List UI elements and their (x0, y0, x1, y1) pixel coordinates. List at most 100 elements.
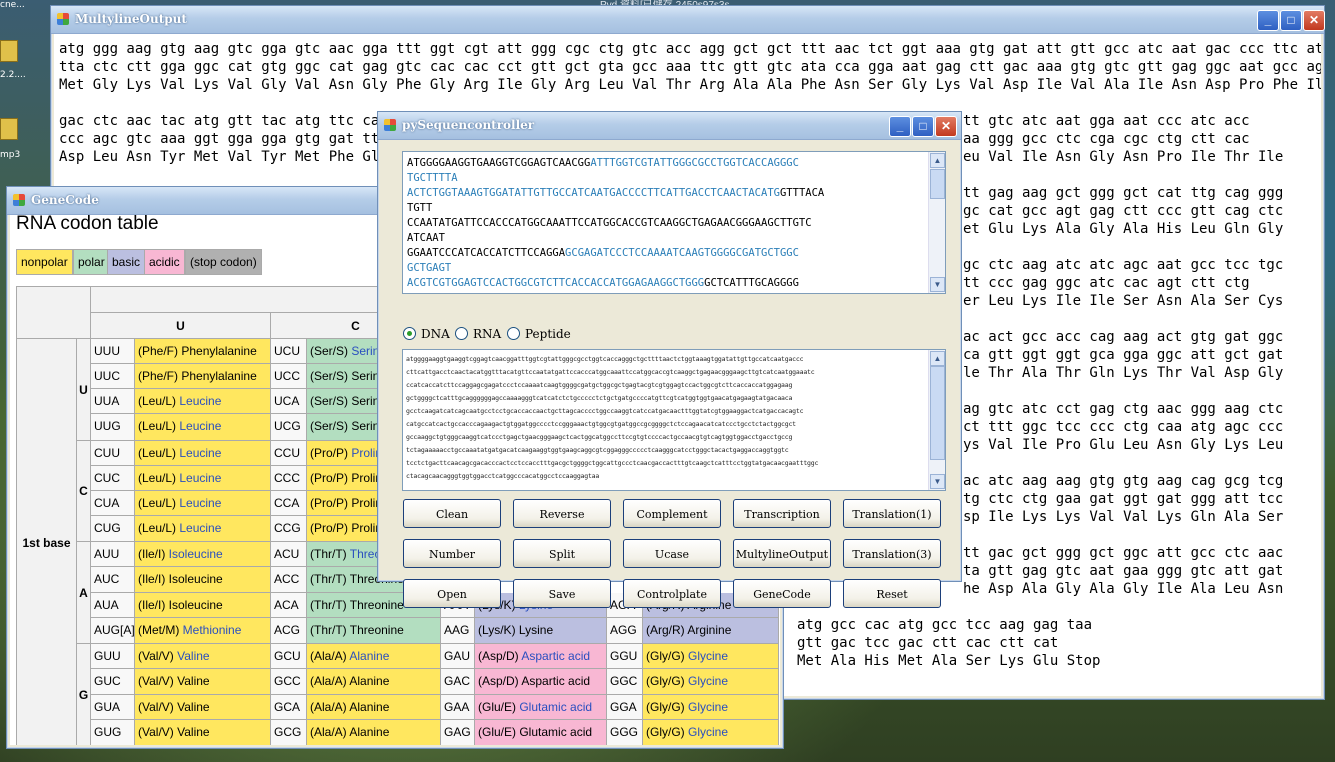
close-button[interactable]: ✕ (1303, 10, 1325, 31)
window-title: GeneCode (31, 193, 99, 207)
output-line: atg gcc cac atg gcc tcc aag gag taa (797, 617, 1093, 633)
close-button[interactable]: ✕ (935, 116, 957, 137)
split-button[interactable]: Split (513, 539, 611, 568)
sequence-input[interactable]: ATGGGGAAGGTGAAGGTCGGAGTCAACGGATTTGGTCGTA… (402, 151, 946, 294)
sequence-output-line: gccaaggctgtgggcaaggtcatccctgagctgaacggga… (406, 433, 793, 441)
amino-acid-name: Isoleucine (168, 572, 223, 586)
radio-peptide[interactable]: Peptide (507, 327, 571, 341)
output-line: atg ggg aag gtg aag gtc gga gtc aac gga … (59, 41, 1321, 57)
title-bar[interactable]: MultylineOutput _ □ ✕ (51, 6, 1325, 34)
amino-acid-code: (Ile/I) (138, 598, 169, 612)
multylineoutput-button[interactable]: MultylineOutput (733, 539, 831, 568)
ucase-button[interactable]: Ucase (623, 539, 721, 568)
amino-acid-name[interactable]: Aspartic acid (521, 649, 590, 663)
scroll-down-icon[interactable]: ▼ (930, 474, 945, 489)
amino-acid-name: Valine (177, 700, 210, 714)
amino-acid-name[interactable]: Glycine (688, 725, 728, 739)
radio-rna[interactable]: RNA (455, 327, 501, 341)
scroll-thumb[interactable] (930, 366, 945, 460)
amino-acid-code: (Val/V) (138, 674, 178, 688)
amino-acid-code: (Ala/A) (310, 700, 350, 714)
amino-acid-cell: (Ile/I) Isoleucine (135, 593, 271, 618)
folder-icon[interactable] (0, 118, 18, 140)
amino-acid-name: Valine (177, 725, 210, 739)
reverse-button[interactable]: Reverse (513, 499, 611, 528)
output-line: le Thr Ala Thr Gln Lys Thr Val Asp Gly (963, 365, 1284, 381)
amino-acid-name: Aspartic acid (521, 674, 591, 688)
translation-3-button[interactable]: Translation(3) (843, 539, 941, 568)
amino-acid-name[interactable]: Isoleucine (169, 547, 223, 561)
codon-cell: GGG (607, 720, 643, 745)
amino-acid-cell: (Val/V) Valine (135, 720, 271, 745)
folder-icon[interactable] (0, 40, 18, 62)
amino-acid-code: (Gly/G) (646, 674, 688, 688)
amino-acid-name[interactable]: Leucine (179, 446, 221, 460)
amino-acid-name[interactable]: Valine (177, 649, 209, 663)
controlplate-button[interactable]: Controlplate (623, 579, 721, 608)
amino-acid-cell: (Leu/L) Leucine (135, 466, 271, 491)
desktop-icon-label[interactable]: cne... (0, 0, 25, 10)
radio-dna[interactable]: DNA (403, 327, 450, 341)
row-group-a: A (77, 542, 91, 644)
scroll-up-icon[interactable]: ▲ (930, 153, 945, 168)
minimize-button[interactable]: _ (1257, 10, 1279, 31)
title-bar[interactable]: pySequencontroller _ □ ✕ (378, 112, 961, 140)
codon-cell: GGU (607, 644, 643, 669)
output-line: Met Ala His Met Ala Ser Lys Glu Stop (797, 653, 1101, 669)
output-line: ys Val Ile Pro Glu Leu Asn Gly Lys Leu (963, 437, 1284, 453)
codon-cell: UUG (91, 414, 135, 441)
amino-acid-name[interactable]: Glutamic acid (519, 700, 592, 714)
amino-acid-name[interactable]: Leucine (179, 496, 221, 510)
desktop-icon-label[interactable]: mp3 (0, 150, 20, 160)
sequence-output-line: atggggaaggtgaaggtcggagtcaacggatttggtcgta… (406, 355, 804, 363)
sequence-output[interactable]: atggggaaggtgaaggtcggagtcaacggatttggtcgta… (402, 349, 946, 491)
transcription-button[interactable]: Transcription (733, 499, 831, 528)
scroll-down-icon[interactable]: ▼ (930, 277, 945, 292)
amino-acid-name[interactable]: Leucine (179, 419, 221, 433)
output-line: ta gtt gag gtc aat gaa ggg gtc att gat (963, 563, 1284, 579)
maximize-button[interactable]: □ (1280, 10, 1302, 31)
scroll-up-icon[interactable]: ▲ (930, 351, 945, 366)
minimize-button[interactable]: _ (889, 116, 911, 137)
legend-stop-codon: (stop codon) (185, 249, 262, 275)
amino-acid-name[interactable]: Leucine (179, 471, 221, 485)
amino-acid-name[interactable]: Methionine (183, 623, 242, 637)
output-line: er Leu Lys Ile Ile Ser Asn Ala Ser Cys (963, 293, 1284, 309)
amino-acid-code: (Thr/T) (310, 547, 350, 561)
codon-cell: ACG (271, 618, 307, 644)
amino-acid-code: (Pro/P) (310, 471, 352, 485)
amino-acid-cell: (Gly/G) Glycine (643, 644, 779, 669)
genecode-button[interactable]: GeneCode (733, 579, 831, 608)
amino-acid-cell: (Asp/D) Aspartic acid (475, 644, 607, 669)
amino-acid-name[interactable]: Glycine (688, 700, 728, 714)
desktop-icon-label[interactable]: 2.2.... (0, 70, 26, 80)
amino-acid-name[interactable]: Glycine (688, 649, 728, 663)
amino-acid-cell: (Leu/L) Leucine (135, 516, 271, 542)
open-button[interactable]: Open (403, 579, 501, 608)
save-button[interactable]: Save (513, 579, 611, 608)
amino-acid-name[interactable]: Alanine (349, 649, 389, 663)
amino-acid-code: (Leu/L) (138, 521, 180, 535)
output-line: aa ggg gcc ctc cga cgc ctg ctt cac (963, 131, 1250, 147)
amino-acid-name[interactable]: Leucine (179, 394, 221, 408)
amino-acid-cell: (Thr/T) Threonine (307, 618, 441, 644)
window-title: pySequencontroller (402, 118, 535, 132)
reset-button[interactable]: Reset (843, 579, 941, 608)
scroll-thumb[interactable] (930, 169, 945, 199)
translation-1-button[interactable]: Translation(1) (843, 499, 941, 528)
number-button[interactable]: Number (403, 539, 501, 568)
complement-button[interactable]: Complement (623, 499, 721, 528)
output-line: gac ctc aac tac atg gtt tac atg ttc caa (59, 113, 388, 129)
maximize-button[interactable]: □ (912, 116, 934, 137)
clean-button[interactable]: Clean (403, 499, 501, 528)
sequence-line: CCAATATGATTCCACCCATGGCAAATTCCATGGCACCGTC… (407, 217, 812, 229)
codon-cell: GCA (271, 695, 307, 720)
amino-acid-name: Glutamic acid (519, 725, 593, 739)
amino-acid-code: (Asp/D) (478, 674, 522, 688)
amino-acid-name[interactable]: Leucine (179, 521, 221, 535)
codon-cell: UCU (271, 339, 307, 364)
scrollbar[interactable]: ▲ ▼ (928, 350, 945, 490)
amino-acid-name[interactable]: Glycine (688, 674, 728, 688)
pysequencontroller-window[interactable]: pySequencontroller _ □ ✕ ATGGGGAAGGTGAAG… (377, 111, 962, 608)
scrollbar[interactable]: ▲ ▼ (928, 152, 945, 293)
